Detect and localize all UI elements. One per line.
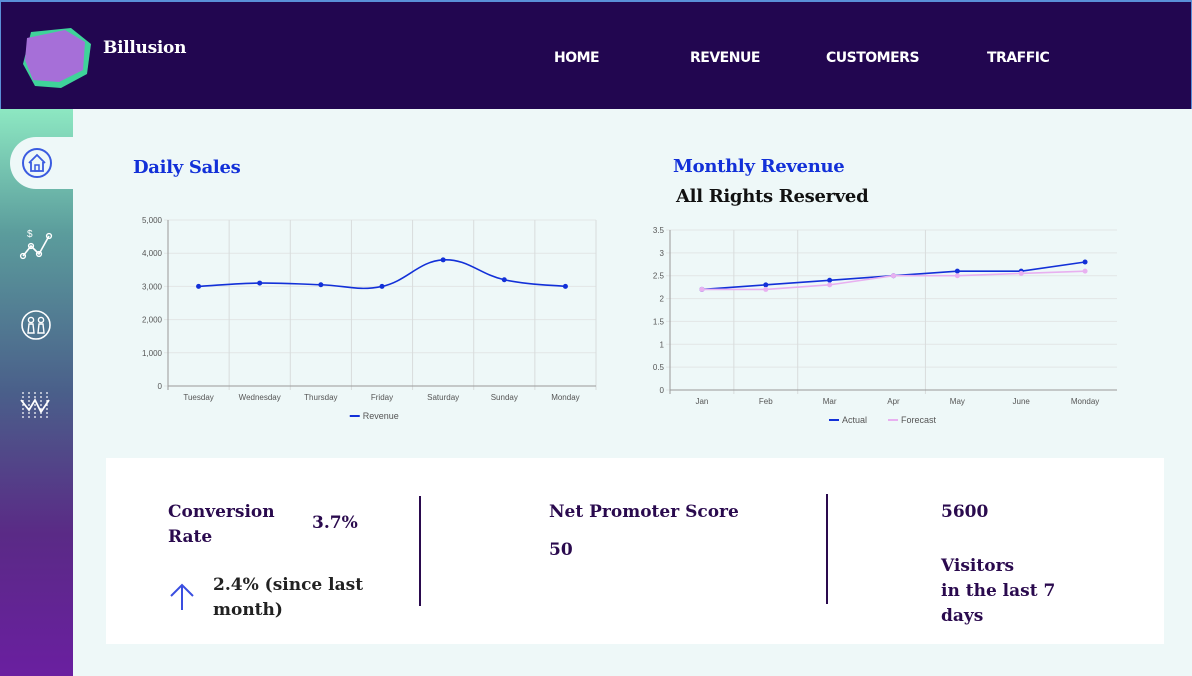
data-point (440, 257, 446, 263)
data-point (763, 282, 769, 288)
conversion-change: 2.4% (since last month) (213, 575, 364, 620)
x-tick-label: Jan (695, 397, 708, 406)
data-point (562, 283, 568, 289)
x-tick-label: Monday (1071, 397, 1099, 406)
revenue-chart-icon: $ (19, 229, 53, 260)
data-point (699, 286, 705, 292)
conversion-label: Conversion Rate (168, 502, 275, 547)
sidebar-item-customers[interactable] (0, 299, 73, 351)
data-point (827, 282, 833, 288)
data-point (763, 286, 769, 292)
x-tick-label: Monday (551, 393, 579, 402)
x-tick-label: Apr (887, 397, 900, 406)
x-tick-label: Saturday (427, 393, 459, 402)
data-point (827, 277, 833, 283)
sidebar-item-home[interactable] (10, 137, 73, 189)
y-tick-label: 3 (660, 249, 665, 258)
y-tick-label: 1,000 (142, 349, 163, 358)
sidebar: $ (0, 109, 73, 676)
data-point (1082, 259, 1088, 265)
customers-icon (21, 310, 51, 340)
x-tick-label: Tuesday (183, 393, 213, 402)
legend-label: Actual (842, 415, 867, 425)
home-icon (22, 148, 52, 178)
data-point (1018, 270, 1024, 276)
nps-label: Net Promoter Score (549, 502, 739, 522)
monthly-revenue-chart: 0 0.5 1 1.5 2 2.5 3 3.5 Jan Feb Mar Apr May June Monda… (653, 226, 1117, 425)
data-point (954, 273, 960, 279)
nps-value: 50 (549, 540, 573, 560)
chart-subtitle: All Rights Reserved (676, 186, 869, 207)
x-tick-label: May (950, 397, 965, 406)
daily-sales-chart: 0 1,000 2,000 3,000 4,000 5,000 Tuesday Wednesd… (142, 216, 597, 421)
nav-home[interactable]: HOME (554, 50, 600, 66)
x-tick-label: Mar (823, 397, 837, 406)
x-tick-label: Feb (759, 397, 773, 406)
y-tick-label: 3,000 (142, 282, 163, 291)
daily-sales-title: Daily Sales (133, 157, 241, 178)
y-tick-label: 4,000 (142, 249, 163, 258)
y-tick-label: 2.5 (653, 272, 665, 281)
x-tick-label: Friday (371, 393, 393, 402)
data-point (257, 280, 263, 286)
x-tick-label: June (1013, 397, 1031, 406)
x-tick-label: Thursday (304, 393, 337, 402)
legend-label: Forecast (901, 415, 937, 425)
data-point (954, 268, 960, 274)
y-tick-label: 1 (660, 340, 665, 349)
data-point (318, 282, 324, 288)
divider (419, 496, 421, 606)
data-point (379, 283, 385, 289)
traffic-icon (20, 392, 50, 418)
visitors-value: 5600 (941, 502, 989, 522)
conversion-value: 3.7% (312, 513, 358, 533)
y-tick-label: 0.5 (653, 363, 665, 372)
monthly-revenue-title: Monthly Revenue (673, 156, 845, 177)
svg-text:$: $ (27, 229, 33, 240)
arrow-up-icon (170, 583, 194, 610)
legend-label: Revenue (363, 411, 399, 421)
stats-panel: Conversion Rate 3.7% 2.4% (since last mo… (106, 458, 1164, 644)
data-point (196, 283, 202, 289)
top-header: Billusion HOME REVENUE CUSTOMERS TRAFFIC (0, 0, 1192, 109)
x-tick-label: Wednesday (239, 393, 281, 402)
brand-name: Billusion (103, 38, 187, 58)
divider (826, 494, 828, 604)
y-tick-label: 2 (660, 295, 665, 304)
y-tick-label: 1.5 (653, 317, 665, 326)
y-tick-label: 3.5 (653, 226, 665, 235)
visitors-label: Visitors in the last 7 days (941, 556, 1056, 626)
data-point (891, 273, 896, 279)
sidebar-item-revenue[interactable]: $ (0, 219, 73, 271)
data-point (501, 277, 507, 283)
y-tick-label: 0 (660, 386, 665, 395)
y-tick-label: 0 (158, 382, 163, 391)
x-tick-label: Sunday (491, 393, 518, 402)
y-tick-label: 5,000 (142, 216, 163, 225)
logo-icon (23, 28, 91, 88)
nav-traffic[interactable]: TRAFFIC (987, 50, 1050, 66)
nav-customers[interactable]: CUSTOMERS (826, 50, 920, 66)
data-point (1082, 268, 1088, 274)
y-tick-label: 2,000 (142, 316, 163, 325)
sidebar-item-traffic[interactable] (0, 379, 73, 431)
nav-revenue[interactable]: REVENUE (690, 50, 760, 66)
